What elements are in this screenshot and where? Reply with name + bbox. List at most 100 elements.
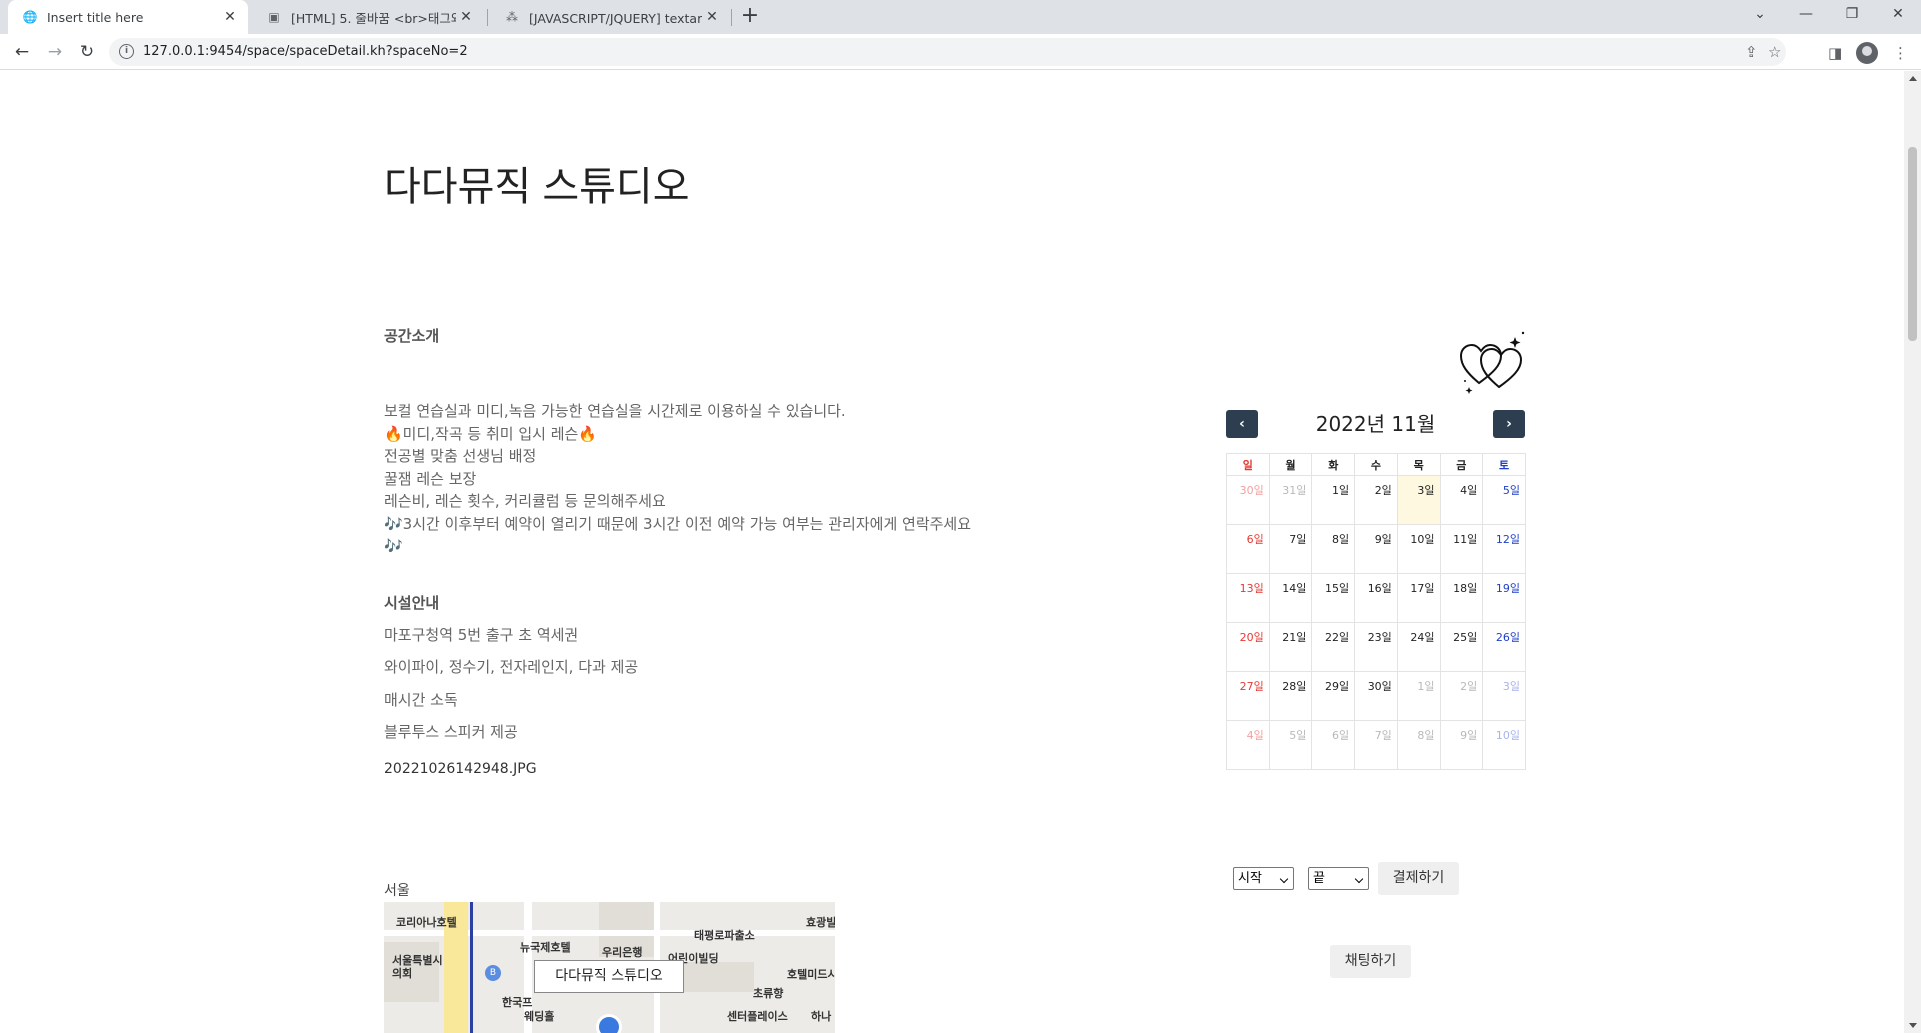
side-panel-icon[interactable]: ◨ <box>1828 44 1842 62</box>
tab-javascript-textarea[interactable]: ⁂ [JAVASCRIPT/JQUERY] textarea 줄바꿈 ✕ <box>490 0 730 34</box>
page-title: 다다뮤직 스튜디오 <box>384 165 690 209</box>
share-icon[interactable]: ⇪ <box>1745 43 1758 61</box>
calendar-day[interactable]: 10일 <box>1482 720 1526 770</box>
new-tab-button[interactable]: + <box>736 3 764 31</box>
calendar-day[interactable]: 16일 <box>1354 573 1398 623</box>
calendar-day[interactable]: 25일 <box>1439 622 1484 672</box>
calendar-day[interactable]: 28일 <box>1268 671 1313 721</box>
weekday-wed: 수 <box>1354 453 1398 476</box>
end-time-select[interactable]: 끝 <box>1308 867 1369 890</box>
profile-avatar[interactable] <box>1856 42 1878 64</box>
calendar-day[interactable]: 22일 <box>1311 622 1356 672</box>
velog-icon: ⁂ <box>506 10 518 24</box>
intro-heading: 공간소개 <box>384 327 440 345</box>
calendar-day[interactable]: 21일 <box>1268 622 1313 672</box>
calendar-day[interactable]: 1일 <box>1396 671 1441 721</box>
calendar-day[interactable]: 10일 <box>1396 524 1441 574</box>
minimize-icon[interactable]: — <box>1783 0 1829 30</box>
calendar-day[interactable]: 3일 <box>1482 671 1526 721</box>
calendar-day[interactable]: 15일 <box>1311 573 1356 623</box>
weekday-tue: 화 <box>1311 453 1356 476</box>
calendar-day[interactable]: 13일 <box>1226 573 1270 623</box>
calendar-day[interactable]: 8일 <box>1311 524 1356 574</box>
calendar-day[interactable]: 6일 <box>1226 524 1270 574</box>
calendar-next-button[interactable]: › <box>1493 410 1525 438</box>
calendar-week: 27일 28일 29일 30일 1일 2일 3일 <box>1226 671 1526 721</box>
close-icon[interactable]: ✕ <box>220 9 240 25</box>
calendar-day[interactable]: 6일 <box>1311 720 1356 770</box>
calendar-day[interactable]: 29일 <box>1311 671 1356 721</box>
close-icon[interactable]: ✕ <box>456 9 476 25</box>
calendar-day[interactable]: 30일 <box>1226 475 1270 525</box>
globe-icon: 🌐 <box>22 10 38 24</box>
tab-insert-title[interactable]: 🌐 Insert title here ✕ <box>8 0 248 34</box>
calendar-title: 2022년 11월 <box>1315 412 1436 436</box>
back-icon[interactable]: ← <box>8 38 36 66</box>
calendar-day[interactable]: 9일 <box>1354 524 1398 574</box>
location-map[interactable]: 코리아나호텔 뉴국제호텔 우리은행 태평로파출소 효광빌 서울특별시의회 어린이… <box>384 902 835 1033</box>
chat-button[interactable]: 채팅하기 <box>1330 945 1411 978</box>
calendar-day[interactable]: 5일 <box>1482 475 1526 525</box>
scroll-thumb[interactable] <box>1908 147 1917 341</box>
address-bar[interactable]: i 127.0.0.1:9454/space/spaceDetail.kh?sp… <box>109 38 1786 66</box>
calendar-day[interactable]: 27일 <box>1226 671 1270 721</box>
calendar-week: 6일 7일 8일 9일 10일 11일 12일 <box>1226 524 1526 574</box>
calendar-day[interactable]: 31일 <box>1268 475 1313 525</box>
calendar-day[interactable]: 5일 <box>1268 720 1313 770</box>
calendar-day[interactable]: 12일 <box>1482 524 1526 574</box>
calendar-day[interactable]: 9일 <box>1439 720 1484 770</box>
tab-title: [JAVASCRIPT/JQUERY] textarea 줄바꿈 <box>529 10 702 26</box>
tab-title: Insert title here <box>47 9 144 25</box>
calendar-day[interactable]: 11일 <box>1439 524 1484 574</box>
map-label: 효광빌 <box>806 916 835 929</box>
calendar-day[interactable]: 19일 <box>1482 573 1526 623</box>
calendar-day[interactable]: 2일 <box>1439 671 1484 721</box>
calendar-day[interactable]: 2일 <box>1354 475 1398 525</box>
map-marker-icon[interactable] <box>596 1014 622 1033</box>
calendar-day[interactable]: 24일 <box>1396 622 1441 672</box>
facility-item: 와이파이, 정수기, 전자레인지, 다과 제공 <box>384 658 639 676</box>
calendar-day[interactable]: 17일 <box>1396 573 1441 623</box>
calendar-day[interactable]: 7일 <box>1354 720 1398 770</box>
calendar-prev-button[interactable]: ‹ <box>1226 410 1258 438</box>
facility-item: 블루투스 스피커 제공 <box>384 723 518 741</box>
map-label: 초류향 <box>753 987 784 1000</box>
tab-search-icon[interactable]: ⌄ <box>1737 0 1783 30</box>
pay-button[interactable]: 결제하기 <box>1378 862 1459 895</box>
bus-stop-icon[interactable]: B <box>485 965 501 981</box>
info-icon[interactable]: i <box>119 44 134 59</box>
map-label: 태평로파출소 <box>694 929 755 942</box>
close-window-icon[interactable]: ✕ <box>1875 0 1921 30</box>
calendar-day[interactable]: 14일 <box>1268 573 1313 623</box>
scroll-up-icon[interactable] <box>1909 76 1917 81</box>
hearts-icon <box>1459 331 1525 394</box>
calendar-day-today[interactable]: 3일 <box>1396 475 1441 525</box>
url-text: 127.0.0.1:9454/space/spaceDetail.kh?spac… <box>143 44 468 59</box>
facility-item: 마포구청역 5번 출구 초 역세권 <box>384 626 579 644</box>
calendar-day[interactable]: 20일 <box>1226 622 1270 672</box>
calendar-day[interactable]: 23일 <box>1354 622 1398 672</box>
tab-html-br[interactable]: ▣ [HTML] 5. 줄바꿈 <br>태그와 <pre>태그 ✕ <box>252 0 484 34</box>
calendar-day[interactable]: 8일 <box>1396 720 1441 770</box>
calendar-week: 13일 14일 15일 16일 17일 18일 19일 <box>1226 573 1526 623</box>
facility-item: 매시간 소독 <box>384 691 458 709</box>
scroll-down-icon[interactable] <box>1909 1023 1917 1028</box>
calendar-day[interactable]: 26일 <box>1482 622 1526 672</box>
restore-icon[interactable]: ❐ <box>1829 0 1875 30</box>
weekday-sun: 일 <box>1226 453 1270 476</box>
forward-icon[interactable]: → <box>41 38 69 66</box>
intro-text: 보컬 연습실과 미디,녹음 가능한 연습실을 시간제로 이용하실 수 있습니다.… <box>384 400 984 558</box>
intro-line: 보컬 연습실과 미디,녹음 가능한 연습실을 시간제로 이용하실 수 있습니다. <box>384 402 846 420</box>
close-icon[interactable]: ✕ <box>702 9 722 25</box>
calendar-day[interactable]: 4일 <box>1226 720 1270 770</box>
calendar-day[interactable]: 4일 <box>1439 475 1484 525</box>
calendar-day[interactable]: 7일 <box>1268 524 1313 574</box>
start-time-select[interactable]: 시작 <box>1233 867 1294 890</box>
calendar-day[interactable]: 1일 <box>1311 475 1356 525</box>
menu-icon[interactable]: ⋮ <box>1893 44 1908 62</box>
page-scrollbar[interactable] <box>1904 71 1921 1033</box>
calendar-day[interactable]: 30일 <box>1354 671 1398 721</box>
reload-icon[interactable]: ↻ <box>73 38 101 66</box>
bookmark-star-icon[interactable]: ☆ <box>1768 43 1781 61</box>
calendar-day[interactable]: 18일 <box>1439 573 1484 623</box>
